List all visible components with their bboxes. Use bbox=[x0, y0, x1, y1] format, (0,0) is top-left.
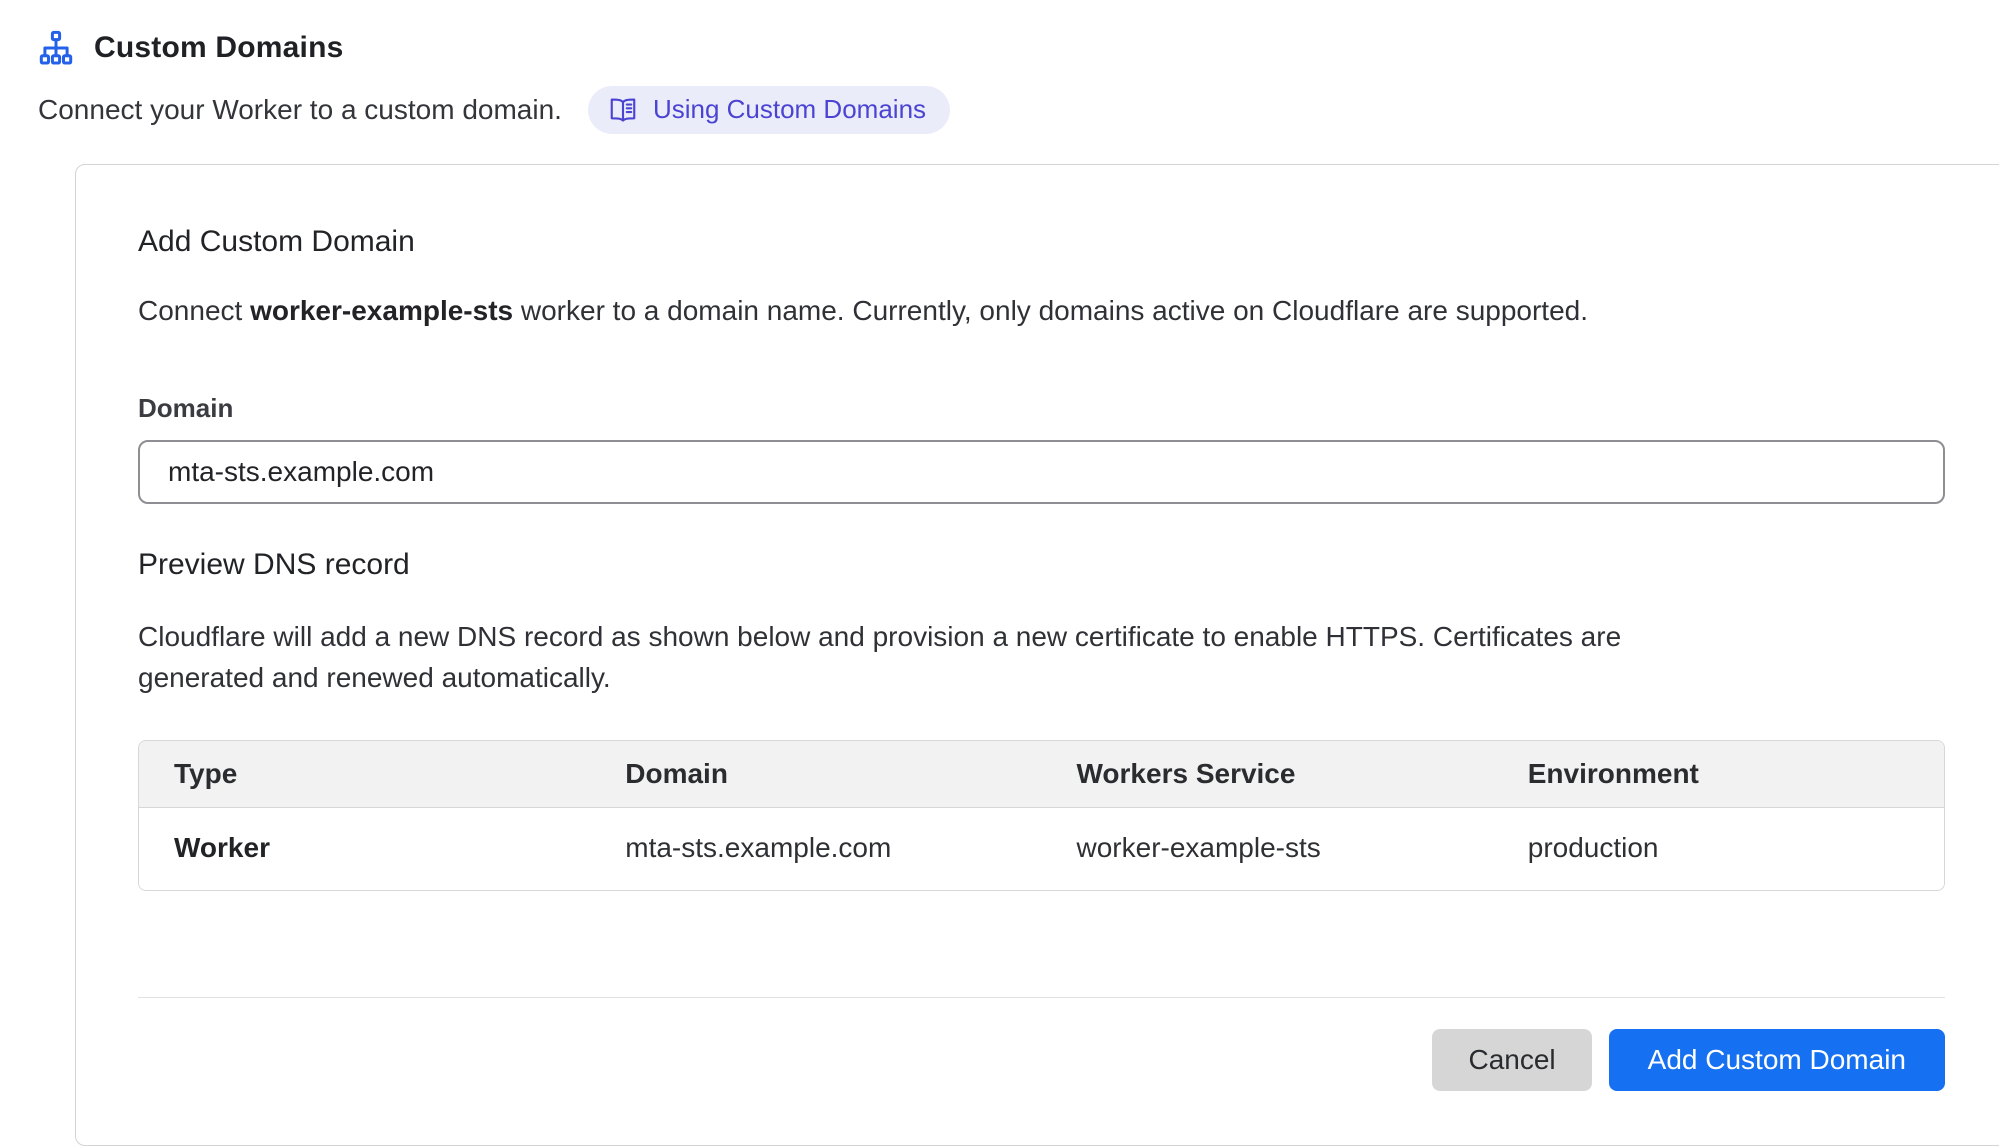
intro-prefix: Connect bbox=[138, 295, 250, 326]
page-title: Custom Domains bbox=[94, 31, 344, 65]
worker-name: worker-example-sts bbox=[250, 295, 513, 326]
docs-link-label: Using Custom Domains bbox=[653, 94, 926, 125]
preview-dns-heading: Preview DNS record bbox=[138, 548, 1945, 582]
intro-suffix: worker to a domain name. Currently, only… bbox=[513, 295, 1588, 326]
column-header-environment: Environment bbox=[1493, 741, 1944, 808]
column-header-type: Type bbox=[139, 741, 590, 808]
sitemap-icon bbox=[38, 30, 74, 66]
domain-label: Domain bbox=[138, 393, 1945, 424]
dns-preview-table: Type Domain Workers Service Environment … bbox=[138, 740, 1945, 891]
add-custom-domain-button[interactable]: Add Custom Domain bbox=[1609, 1029, 1945, 1091]
page-subtitle-row: Connect your Worker to a custom domain. … bbox=[38, 86, 1999, 134]
open-book-icon bbox=[608, 95, 638, 125]
table-row: Worker mta-sts.example.com worker-exampl… bbox=[139, 808, 1944, 891]
preview-dns-description-line1: Cloudflare will add a new DNS record as … bbox=[138, 616, 1945, 657]
table-header-row: Type Domain Workers Service Environment bbox=[139, 741, 1944, 808]
column-header-domain: Domain bbox=[590, 741, 1041, 808]
docs-link-badge[interactable]: Using Custom Domains bbox=[588, 86, 950, 134]
cell-workers-service: worker-example-sts bbox=[1042, 808, 1493, 891]
page-subtitle: Connect your Worker to a custom domain. bbox=[38, 94, 562, 126]
preview-dns-description: Cloudflare will add a new DNS record as … bbox=[138, 616, 1945, 698]
intro-text: Connect worker-example-sts worker to a d… bbox=[138, 295, 1945, 327]
card-actions: Cancel Add Custom Domain bbox=[138, 1029, 1945, 1091]
cell-environment: production bbox=[1493, 808, 1944, 891]
column-header-workers-service: Workers Service bbox=[1042, 741, 1493, 808]
domain-input[interactable] bbox=[138, 440, 1945, 504]
cell-domain: mta-sts.example.com bbox=[590, 808, 1041, 891]
add-custom-domain-card: Add Custom Domain Connect worker-example… bbox=[75, 164, 1999, 1146]
card-heading: Add Custom Domain bbox=[138, 225, 1945, 259]
custom-domains-panel: Custom Domains Connect your Worker to a … bbox=[0, 0, 1999, 1146]
cancel-button[interactable]: Cancel bbox=[1432, 1029, 1591, 1091]
cell-type: Worker bbox=[139, 808, 590, 891]
preview-dns-description-line2: generated and renewed automatically. bbox=[138, 657, 1945, 698]
page-header: Custom Domains bbox=[38, 30, 1999, 66]
footer-divider bbox=[138, 997, 1945, 998]
